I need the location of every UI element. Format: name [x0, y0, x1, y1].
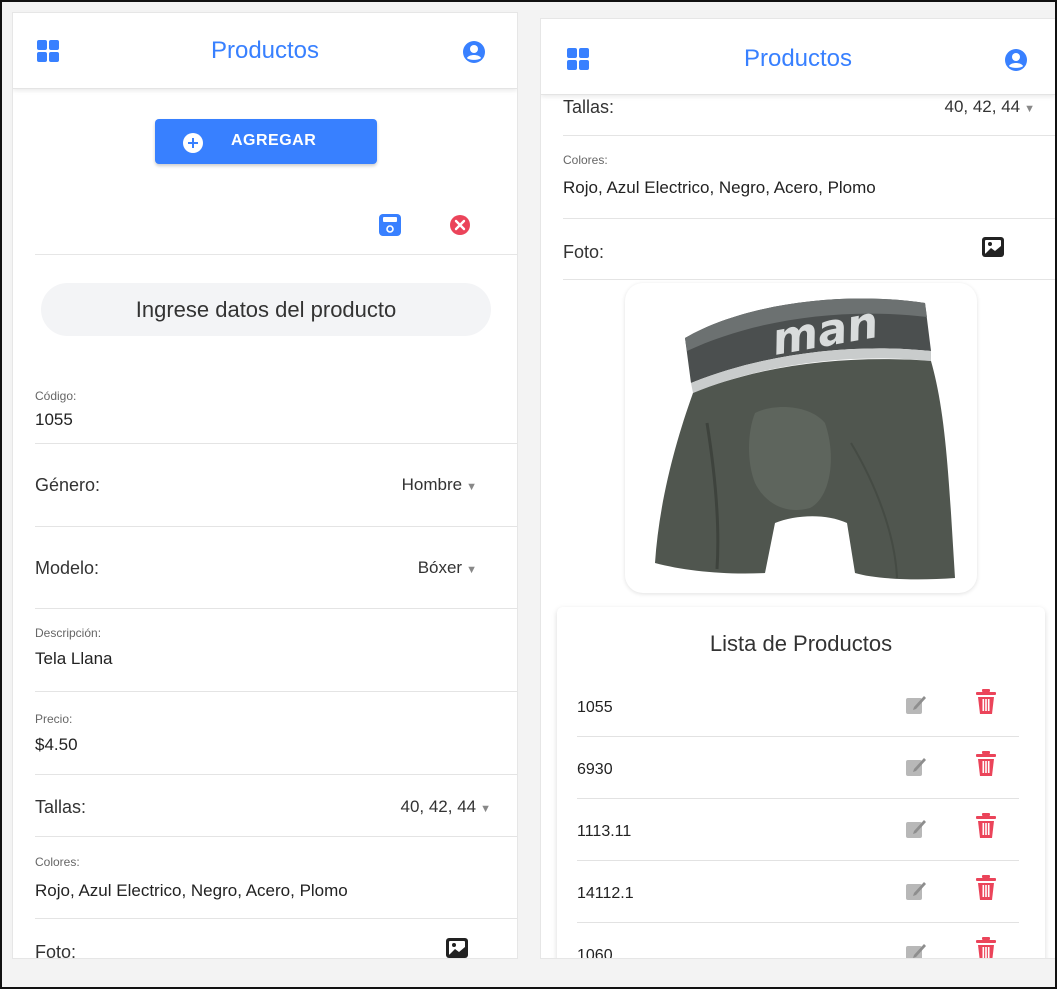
descripcion-value[interactable]: Tela Llana: [35, 649, 113, 669]
precio-value[interactable]: $4.50: [35, 735, 78, 755]
tallas-value[interactable]: 40, 42, 44 ▼: [944, 97, 1035, 117]
list-item[interactable]: 1060: [577, 923, 1019, 959]
list-item[interactable]: 6930: [577, 737, 1019, 799]
edit-icon[interactable]: [905, 755, 927, 777]
person-circle-icon[interactable]: [1005, 49, 1027, 71]
list-item[interactable]: 1055: [577, 675, 1019, 737]
modelo-value[interactable]: Bóxer ▼: [418, 558, 477, 578]
toolbar: Productos: [13, 13, 517, 89]
foto-field[interactable]: Foto:: [35, 919, 517, 959]
trash-icon[interactable]: [975, 689, 997, 715]
precio-label: Precio:: [35, 712, 73, 726]
caret-down-icon: ▼: [466, 564, 477, 576]
product-list-panel: Productos Tallas: 40, 42, 44 ▼ Colores: R…: [540, 18, 1055, 959]
modelo-label: Modelo:: [35, 558, 100, 578]
tallas-label: Tallas:: [35, 797, 87, 817]
colores-value[interactable]: Rojo, Azul Electrico, Negro, Acero, Plom…: [35, 881, 348, 901]
product-list-card: Lista de Productos 1055 6930 1113.11 14112.…: [557, 607, 1045, 959]
caret-down-icon: ▼: [1024, 103, 1035, 115]
codigo-field[interactable]: Código: 1055: [35, 363, 517, 444]
page-title: Productos: [210, 37, 320, 64]
divider: [35, 254, 517, 255]
add-button-label: AGREGAR: [231, 132, 317, 149]
precio-field[interactable]: Precio: $4.50: [35, 692, 517, 775]
product-code: 1055: [577, 699, 613, 716]
descripcion-label: Descripción:: [35, 626, 102, 640]
colores-label: Colores:: [563, 153, 608, 167]
product-code: 14112.1: [577, 885, 634, 902]
codigo-value[interactable]: 1055: [35, 410, 73, 430]
colores-value[interactable]: Rojo, Azul Electrico, Negro, Acero, Plom…: [563, 178, 876, 198]
trash-icon[interactable]: [975, 751, 997, 777]
form-header: Ingrese datos del producto: [41, 283, 491, 336]
colores-field[interactable]: Colores: Rojo, Azul Electrico, Negro, Ac…: [35, 837, 517, 919]
tallas-select[interactable]: Tallas: 40, 42, 44 ▼: [35, 775, 517, 837]
product-form-panel: Productos AGREGAR Ingrese datos del prod…: [12, 12, 518, 959]
page-title: Productos: [743, 45, 853, 72]
tallas-label: Tallas:: [563, 97, 615, 117]
trash-icon[interactable]: [975, 813, 997, 839]
save-icon[interactable]: [379, 214, 401, 236]
foto-label: Foto:: [563, 242, 605, 262]
close-circle-icon[interactable]: [449, 214, 471, 236]
genero-label: Género:: [35, 475, 101, 495]
foto-label: Foto:: [35, 942, 77, 959]
modelo-select[interactable]: Modelo: Bóxer ▼: [35, 527, 517, 609]
list-title: Lista de Productos: [709, 631, 893, 656]
toolbar: Productos: [541, 19, 1055, 95]
trash-icon[interactable]: [975, 875, 997, 901]
edit-icon[interactable]: [905, 693, 927, 715]
genero-select[interactable]: Género: Hombre ▼: [35, 444, 517, 527]
product-code: 6930: [577, 761, 613, 778]
list-item[interactable]: 1113.11: [577, 799, 1019, 861]
person-circle-icon[interactable]: [463, 41, 485, 63]
add-product-button[interactable]: AGREGAR: [155, 119, 377, 164]
images-icon[interactable]: [445, 937, 469, 959]
colores-field[interactable]: Colores: Rojo, Azul Electrico, Negro, Ac…: [563, 136, 1055, 219]
trash-icon[interactable]: [975, 937, 997, 959]
product-code: 1060: [577, 947, 613, 959]
edit-icon[interactable]: [905, 817, 927, 839]
edit-icon[interactable]: [905, 879, 927, 901]
codigo-label: Código:: [35, 389, 77, 403]
boxer-image: man: [655, 297, 955, 580]
product-code: 1113.11: [577, 823, 632, 840]
images-icon[interactable]: [981, 236, 1005, 258]
plus-circle-icon: [183, 133, 203, 153]
caret-down-icon: ▼: [480, 803, 491, 815]
descripcion-field[interactable]: Descripción: Tela Llana: [35, 609, 517, 692]
tallas-value[interactable]: 40, 42, 44 ▼: [400, 797, 491, 817]
colores-label: Colores:: [35, 855, 80, 869]
caret-down-icon: ▼: [466, 481, 477, 493]
foto-field[interactable]: Foto:: [563, 219, 1055, 280]
list-item[interactable]: 14112.1: [577, 861, 1019, 923]
product-photo: man: [625, 283, 977, 593]
genero-value[interactable]: Hombre ▼: [402, 475, 477, 495]
edit-icon[interactable]: [905, 941, 927, 959]
